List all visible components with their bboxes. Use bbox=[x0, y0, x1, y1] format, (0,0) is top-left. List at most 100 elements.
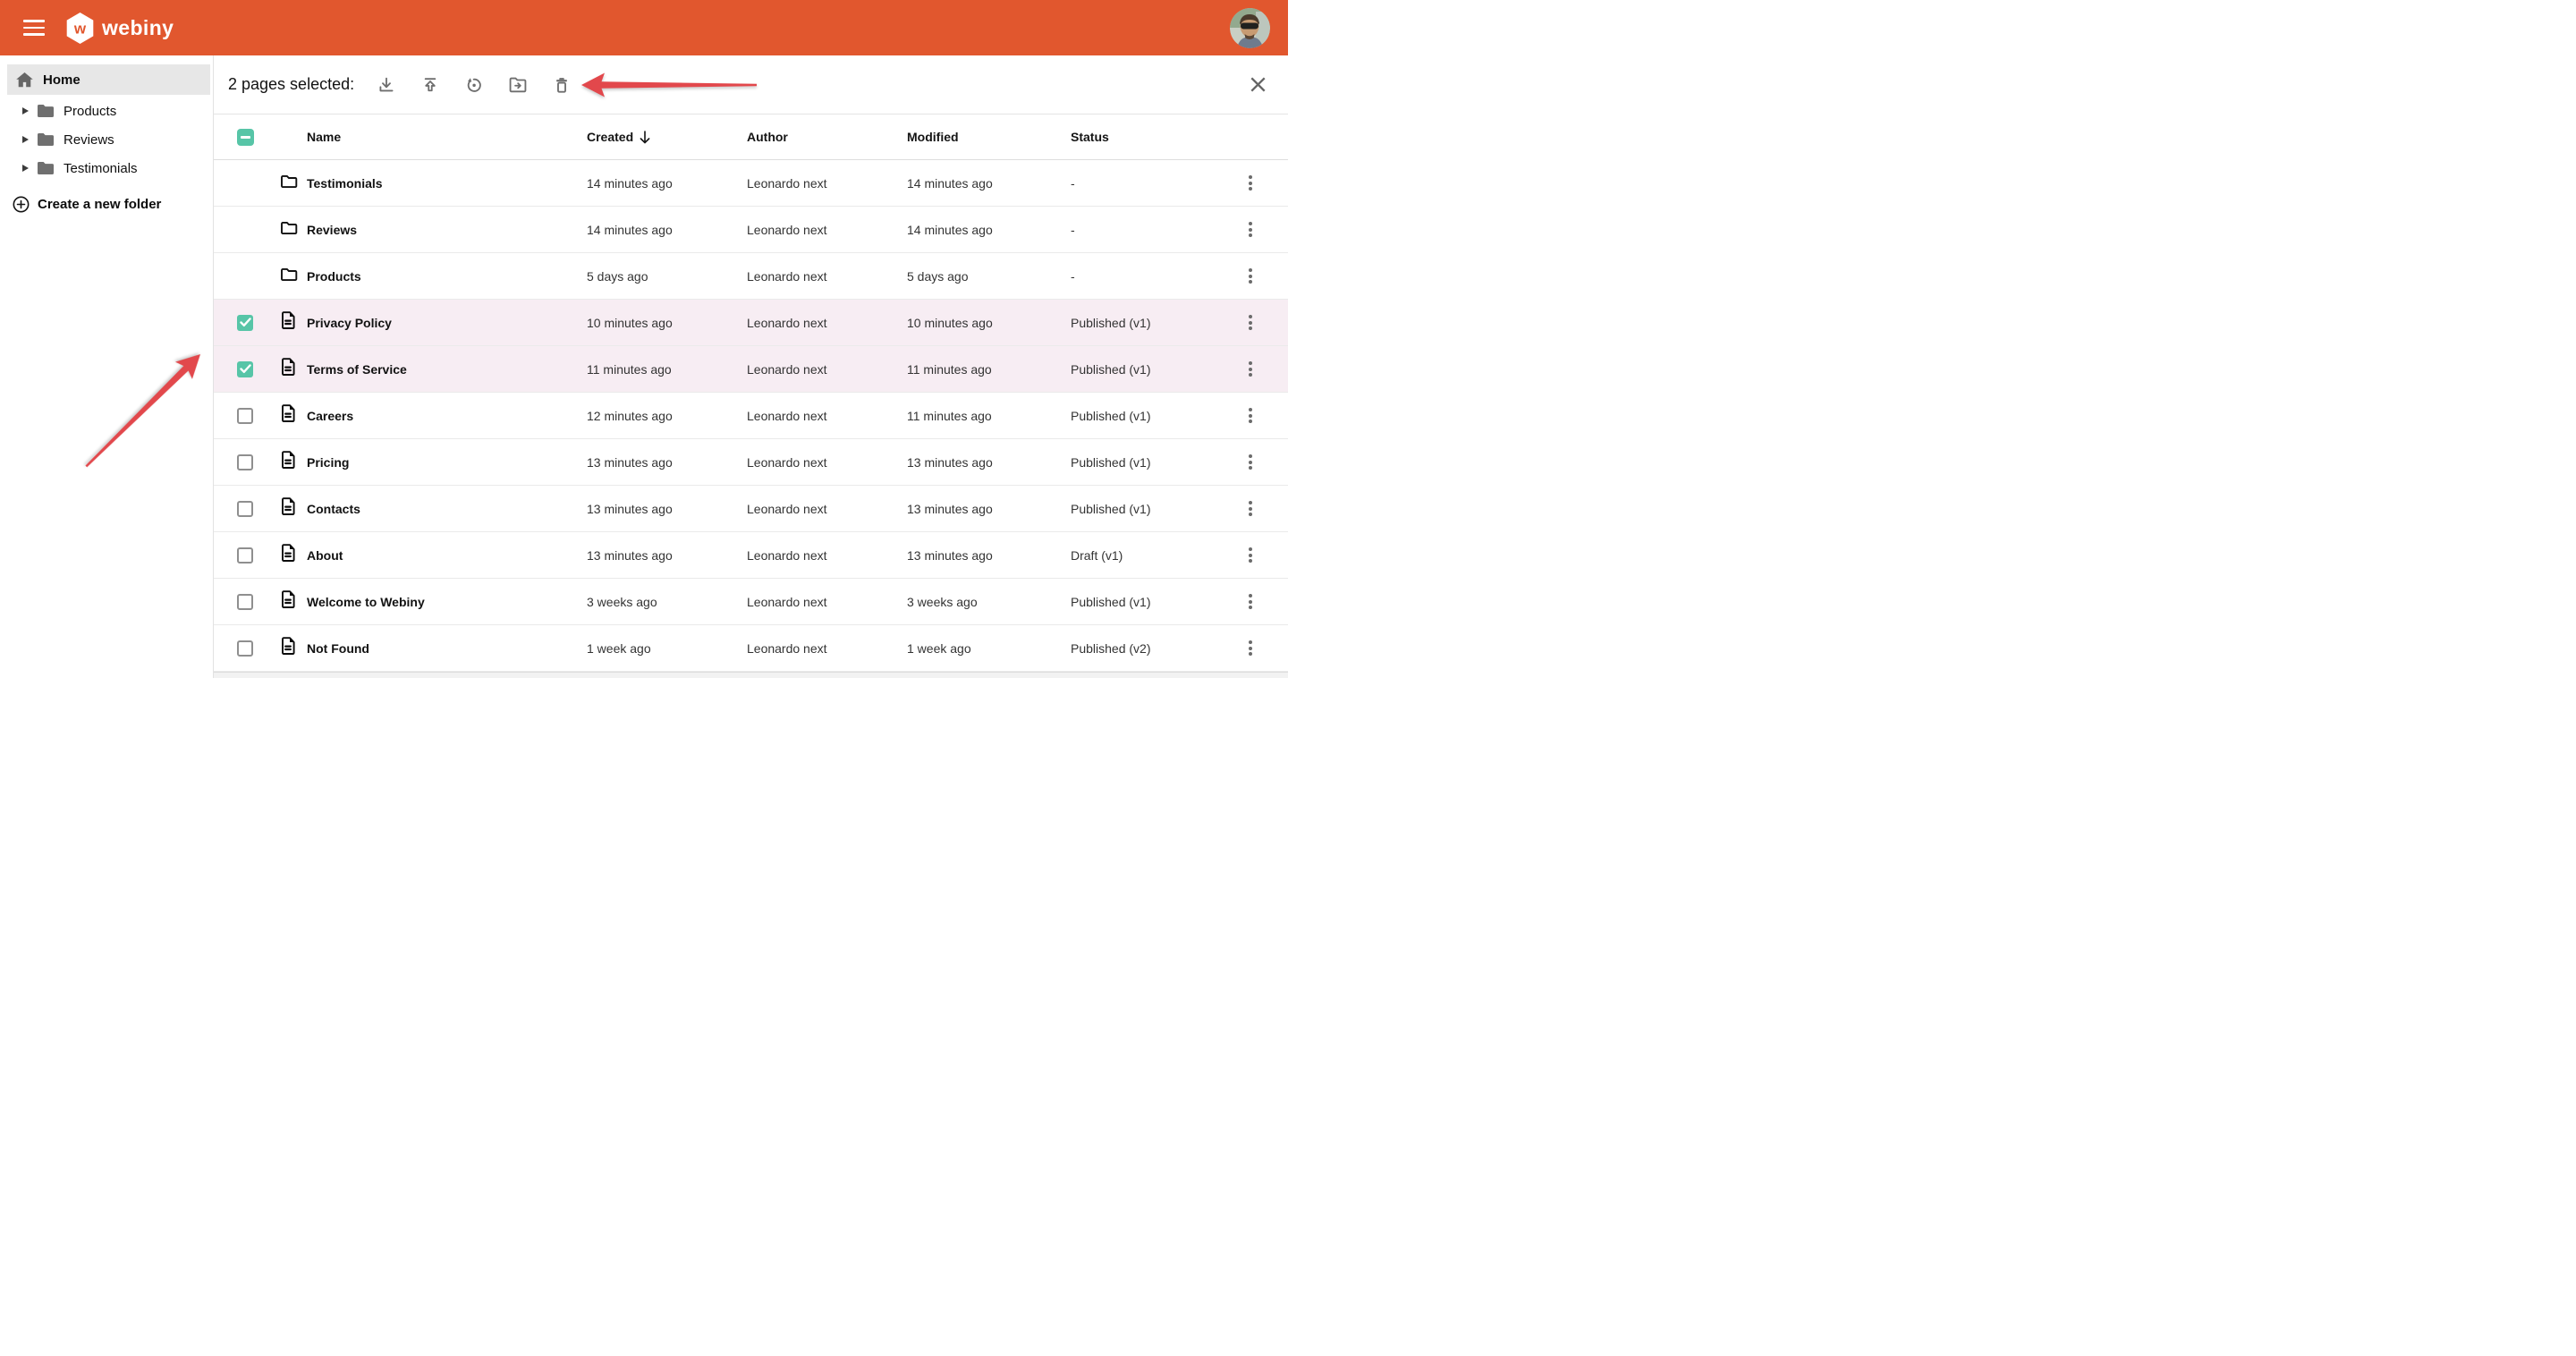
row-modified: 10 minutes ago bbox=[907, 316, 1071, 330]
chevron-right-icon[interactable] bbox=[22, 165, 29, 172]
row-name[interactable]: Testimonials bbox=[303, 176, 587, 191]
user-avatar[interactable] bbox=[1230, 8, 1270, 48]
folder-icon bbox=[37, 104, 55, 118]
row-name[interactable]: Privacy Policy bbox=[303, 316, 587, 330]
column-header-modified[interactable]: Modified bbox=[907, 130, 1071, 144]
chevron-right-icon[interactable] bbox=[22, 136, 29, 143]
hamburger-menu-icon[interactable] bbox=[23, 20, 45, 36]
kebab-menu-button[interactable] bbox=[1239, 404, 1262, 427]
column-header-name[interactable]: Name bbox=[303, 130, 587, 144]
row-author: Leonardo next bbox=[747, 269, 907, 284]
kebab-menu-button[interactable] bbox=[1239, 497, 1262, 520]
row-created: 11 minutes ago bbox=[587, 362, 747, 377]
top-bar: w webiny bbox=[0, 0, 1288, 55]
row-status: Published (v1) bbox=[1071, 455, 1223, 470]
restore-button[interactable] bbox=[464, 75, 484, 95]
page-icon bbox=[280, 451, 296, 470]
row-status: Published (v1) bbox=[1071, 595, 1223, 609]
row-modified: 13 minutes ago bbox=[907, 502, 1071, 516]
row-checkbox[interactable] bbox=[237, 454, 253, 470]
row-name[interactable]: Reviews bbox=[303, 223, 587, 237]
kebab-menu-button[interactable] bbox=[1239, 451, 1262, 473]
column-header-created[interactable]: Created bbox=[587, 130, 747, 144]
row-author: Leonardo next bbox=[747, 409, 907, 423]
row-status: Published (v1) bbox=[1071, 409, 1223, 423]
page-icon bbox=[280, 637, 296, 656]
row-author: Leonardo next bbox=[747, 316, 907, 330]
kebab-menu-button[interactable] bbox=[1239, 218, 1262, 241]
row-created: 13 minutes ago bbox=[587, 548, 747, 563]
table-row[interactable]: Terms of Service 11 minutes ago Leonardo… bbox=[214, 346, 1288, 393]
sidebar-folder-testimonials[interactable]: Testimonials bbox=[0, 154, 213, 182]
row-created: 13 minutes ago bbox=[587, 455, 747, 470]
create-new-folder-button[interactable]: Create a new folder bbox=[0, 191, 213, 217]
row-name[interactable]: About bbox=[303, 548, 587, 563]
row-author: Leonardo next bbox=[747, 176, 907, 191]
chevron-right-icon[interactable] bbox=[22, 107, 29, 114]
webiny-page-builder-app: w webiny bbox=[0, 0, 1288, 678]
main-content: 2 pages selected: bbox=[214, 55, 1288, 678]
row-modified: 14 minutes ago bbox=[907, 223, 1071, 237]
folder-icon bbox=[280, 174, 298, 189]
row-name[interactable]: Terms of Service bbox=[303, 362, 587, 377]
download-button[interactable] bbox=[377, 75, 396, 95]
kebab-menu-button[interactable] bbox=[1239, 637, 1262, 659]
sort-desc-icon bbox=[640, 131, 650, 144]
row-name[interactable]: Careers bbox=[303, 409, 587, 423]
table-row[interactable]: Pricing 13 minutes ago Leonardo next 13 … bbox=[214, 439, 1288, 486]
row-name[interactable]: Pricing bbox=[303, 455, 587, 470]
table-row[interactable]: About 13 minutes ago Leonardo next 13 mi… bbox=[214, 532, 1288, 579]
row-checkbox[interactable] bbox=[237, 501, 253, 517]
table-row[interactable]: Not Found 1 week ago Leonardo next 1 wee… bbox=[214, 625, 1288, 672]
table-footer-edge bbox=[214, 672, 1288, 678]
row-author: Leonardo next bbox=[747, 362, 907, 377]
column-header-status[interactable]: Status bbox=[1071, 130, 1223, 144]
page-icon bbox=[280, 590, 296, 609]
table-row[interactable]: Products 5 days ago Leonardo next 5 days… bbox=[214, 253, 1288, 300]
sidebar-item-home[interactable]: Home bbox=[7, 64, 210, 95]
kebab-menu-button[interactable] bbox=[1239, 265, 1262, 287]
row-status: - bbox=[1071, 176, 1223, 191]
column-header-author[interactable]: Author bbox=[747, 130, 907, 144]
page-icon bbox=[280, 404, 296, 423]
row-checkbox[interactable] bbox=[237, 640, 253, 657]
brand-wordmark: webiny bbox=[102, 16, 174, 40]
kebab-menu-button[interactable] bbox=[1239, 358, 1262, 380]
row-name[interactable]: Products bbox=[303, 269, 587, 284]
row-checkbox[interactable] bbox=[237, 547, 253, 564]
table-row[interactable]: Contacts 13 minutes ago Leonardo next 13… bbox=[214, 486, 1288, 532]
kebab-menu-button[interactable] bbox=[1239, 172, 1262, 194]
page-icon bbox=[280, 311, 296, 330]
table-row[interactable]: Welcome to Webiny 3 weeks ago Leonardo n… bbox=[214, 579, 1288, 625]
kebab-menu-button[interactable] bbox=[1239, 544, 1262, 566]
row-checkbox[interactable] bbox=[237, 408, 253, 424]
sidebar-folder-products[interactable]: Products bbox=[0, 97, 213, 125]
row-name[interactable]: Welcome to Webiny bbox=[303, 595, 587, 609]
table-row[interactable]: Privacy Policy 10 minutes ago Leonardo n… bbox=[214, 300, 1288, 346]
kebab-menu-button[interactable] bbox=[1239, 590, 1262, 613]
move-to-folder-button[interactable] bbox=[508, 75, 528, 95]
sidebar-folder-reviews[interactable]: Reviews bbox=[0, 125, 213, 154]
row-name[interactable]: Not Found bbox=[303, 641, 587, 656]
table-row[interactable]: Testimonials 14 minutes ago Leonardo nex… bbox=[214, 160, 1288, 207]
row-modified: 11 minutes ago bbox=[907, 362, 1071, 377]
close-icon bbox=[1250, 77, 1266, 92]
svg-text:w: w bbox=[73, 20, 87, 37]
kebab-menu-button[interactable] bbox=[1239, 311, 1262, 334]
row-checkbox[interactable] bbox=[237, 361, 253, 377]
publish-button[interactable] bbox=[420, 75, 440, 95]
row-author: Leonardo next bbox=[747, 223, 907, 237]
row-author: Leonardo next bbox=[747, 595, 907, 609]
row-checkbox[interactable] bbox=[237, 315, 253, 331]
table-row[interactable]: Careers 12 minutes ago Leonardo next 11 … bbox=[214, 393, 1288, 439]
home-icon bbox=[16, 72, 33, 88]
select-all-checkbox[interactable] bbox=[237, 129, 254, 146]
delete-button[interactable] bbox=[552, 75, 572, 95]
close-selection-button[interactable] bbox=[1247, 74, 1268, 96]
download-icon bbox=[377, 75, 396, 95]
row-status: Published (v1) bbox=[1071, 362, 1223, 377]
row-status: - bbox=[1071, 269, 1223, 284]
row-checkbox[interactable] bbox=[237, 594, 253, 610]
table-row[interactable]: Reviews 14 minutes ago Leonardo next 14 … bbox=[214, 207, 1288, 253]
row-name[interactable]: Contacts bbox=[303, 502, 587, 516]
